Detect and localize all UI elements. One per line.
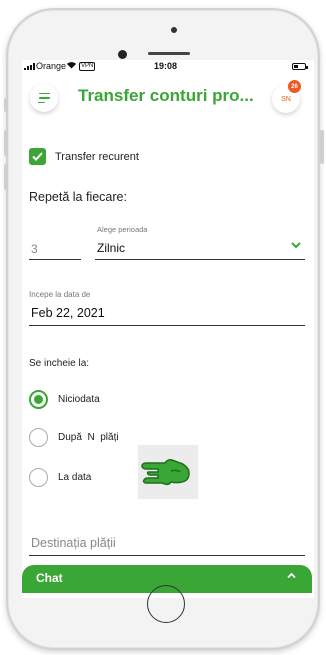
end-option-after-n[interactable]: După N plăți: [29, 428, 119, 447]
app-screen: Orange VPN 19:08 Transfer conturi pro...…: [22, 60, 314, 598]
radio-never[interactable]: [29, 390, 48, 409]
volume-down-button: [4, 164, 8, 190]
hamburger-icon: [38, 92, 50, 95]
page-title: Transfer conturi pro...: [78, 86, 254, 105]
check-icon: [32, 152, 43, 161]
front-camera: [118, 50, 127, 59]
notification-badge: 26: [288, 80, 301, 93]
recurring-transfer-row[interactable]: Transfer recurent: [29, 148, 139, 165]
interval-input[interactable]: 3: [29, 237, 81, 260]
front-sensor: [171, 27, 177, 33]
home-button[interactable]: [147, 585, 185, 623]
radio-after-n[interactable]: [29, 428, 48, 447]
end-option-label: Niciodata: [58, 394, 100, 405]
end-option-on-date[interactable]: La data: [29, 468, 91, 487]
volume-up-button: [4, 130, 8, 156]
recurring-label: Transfer recurent: [55, 150, 139, 163]
start-date-input[interactable]: Feb 22, 2021: [29, 303, 305, 326]
avatar-initials: SN: [281, 95, 291, 103]
earpiece-speaker: [148, 52, 190, 55]
signal-icon: [24, 63, 35, 70]
side-button: [4, 98, 8, 112]
radio-on-date[interactable]: [29, 468, 48, 487]
status-bar: Orange VPN 19:08: [22, 60, 314, 74]
destination-input[interactable]: Destinația plății: [29, 532, 305, 556]
end-option-label: La data: [58, 472, 92, 483]
chat-label: Chat: [36, 571, 63, 585]
ends-label: Se incheie la:: [29, 358, 90, 369]
chevron-up-icon[interactable]: [287, 570, 296, 582]
period-caption: Alege perioada: [97, 225, 148, 234]
start-date-caption: Incepe la data de: [29, 290, 91, 299]
status-time: 19:08: [154, 61, 178, 71]
recurring-checkbox[interactable]: [29, 148, 46, 165]
power-button: [320, 130, 324, 164]
end-option-label: După N plăți: [58, 432, 119, 443]
wifi-icon: [66, 61, 77, 71]
menu-button[interactable]: [30, 84, 58, 112]
end-option-never[interactable]: Niciodata: [29, 390, 100, 409]
period-select[interactable]: Zilnic: [95, 237, 305, 260]
vpn-badge: VPN: [79, 62, 96, 71]
period-value: Zilnic: [97, 241, 126, 255]
pointing-hand-icon: [138, 445, 198, 499]
battery-icon: [292, 63, 308, 70]
repeat-label: Repetă la fiecare:: [29, 190, 127, 204]
carrier-name: Orange: [36, 61, 67, 71]
chevron-down-icon: [291, 241, 301, 251]
